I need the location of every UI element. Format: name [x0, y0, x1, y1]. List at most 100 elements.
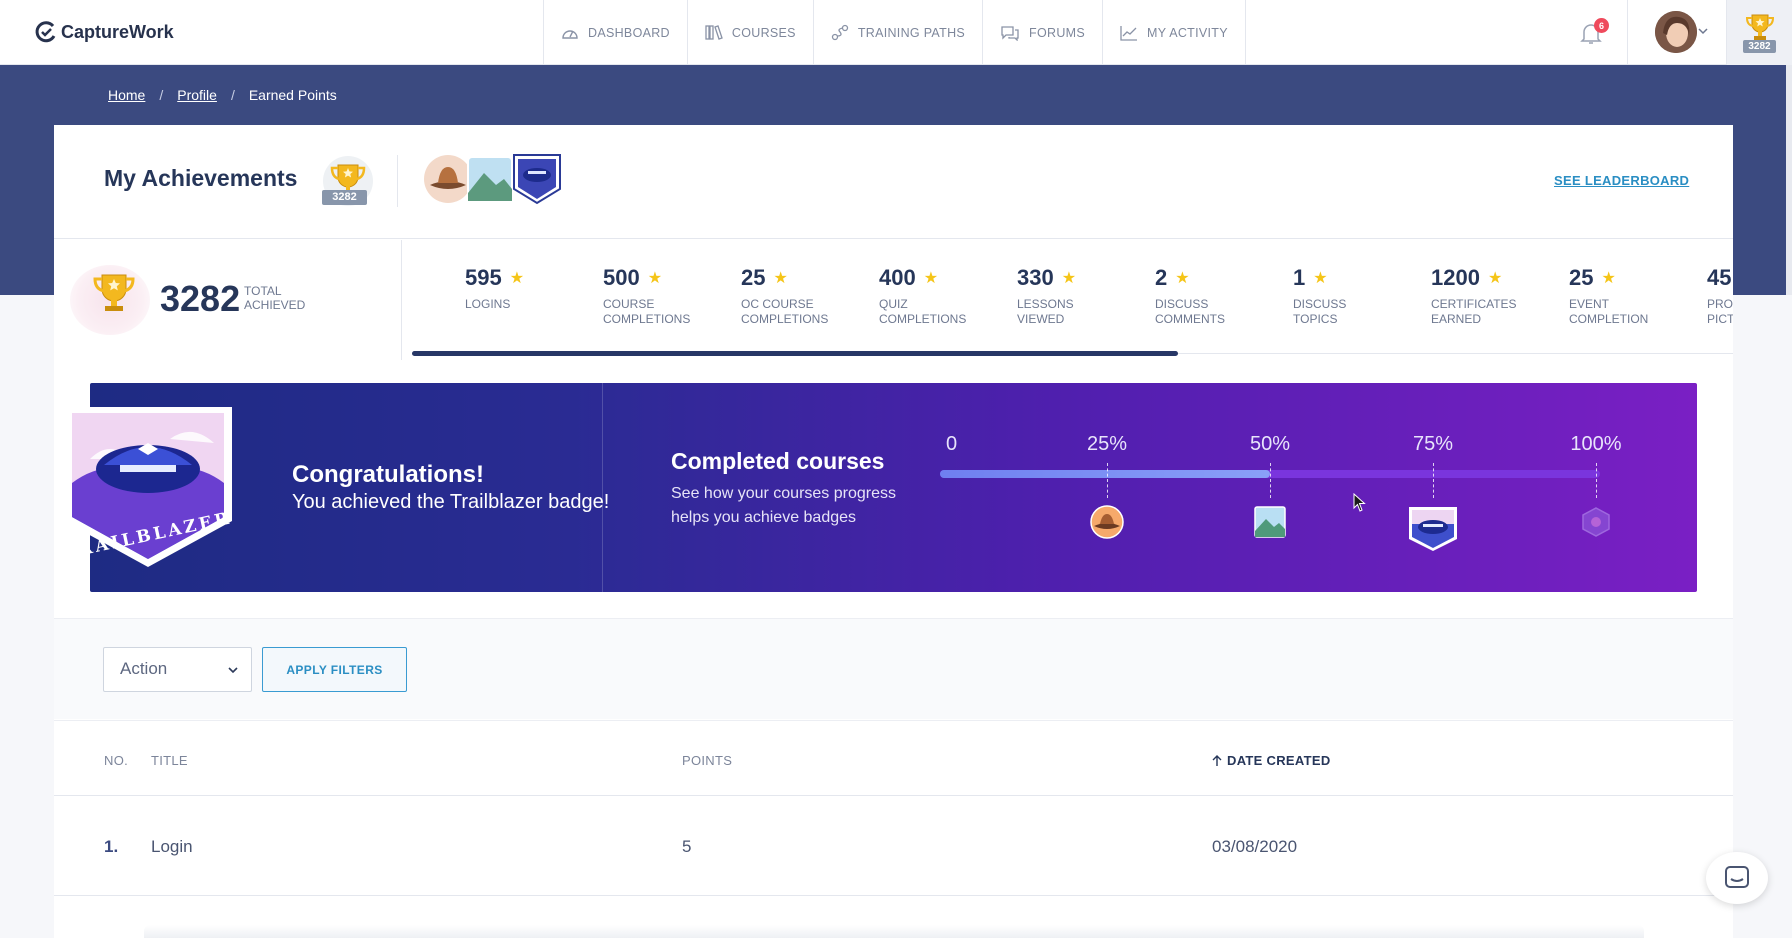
explorer-hat-badge-icon[interactable]: [1090, 505, 1124, 539]
total-label-line: ACHIEVED: [244, 298, 306, 312]
earned-badges[interactable]: [424, 153, 564, 205]
dashboard-gauge-icon: [562, 29, 578, 39]
row-title: Login: [151, 837, 193, 856]
star-icon: ★: [647, 270, 663, 287]
stat-label: COMPLETIONS: [603, 312, 691, 326]
progress-title: Completed courses: [671, 448, 885, 474]
stat-event-completion: 25 ★ EVENT COMPLETION: [1569, 265, 1699, 327]
explorer-hat-badge-icon: [424, 155, 472, 203]
stat-label: DISCUSS: [1293, 297, 1347, 311]
apply-filters-button[interactable]: APPLY FILTERS: [262, 647, 407, 692]
stat-value: 330: [1017, 265, 1054, 290]
stats-scroll-indicator[interactable]: [412, 351, 1179, 356]
books-icon: [705, 25, 723, 40]
column-header-points[interactable]: POINTS: [682, 753, 732, 768]
progress-fill: [940, 470, 1270, 478]
points-trophy[interactable]: 3282: [1727, 0, 1792, 65]
stat-label: COMPLETIONS: [879, 312, 967, 326]
stat-certificates-earned: 1200 ★ CERTIFICATES EARNED: [1431, 265, 1561, 327]
stat-label: EARNED: [1431, 312, 1482, 326]
trailblazer-badge-icon[interactable]: [1407, 505, 1459, 553]
app-name: CaptureWork: [61, 21, 174, 42]
action-filter-select[interactable]: Action: [103, 647, 252, 692]
divider: [54, 238, 1733, 239]
stat-label: PICT: [1707, 312, 1733, 326]
stat-quiz-completions: 400 ★ QUIZ COMPLETIONS: [879, 265, 1009, 327]
header-divider: [1627, 0, 1628, 65]
nav-training-paths[interactable]: TRAINING PATHS: [814, 0, 984, 65]
stat-value: 45: [1707, 265, 1732, 290]
stat-label: COURSE: [603, 297, 655, 311]
stat-label: VIEWED: [1017, 312, 1065, 326]
nav-forums[interactable]: FORUMS: [983, 0, 1103, 65]
chat-launcher-button[interactable]: [1706, 852, 1768, 904]
mouse-cursor-icon: [1353, 493, 1366, 512]
stat-label: QUIZ: [879, 297, 908, 311]
stat-value: 25: [741, 265, 766, 290]
stat-label: DISCUSS: [1155, 297, 1209, 311]
achievements-card: My Achievements 3282 SEE LEADERBOARD 328…: [54, 125, 1733, 938]
stat-label: COMPLETION: [1569, 312, 1649, 326]
nav-dashboard[interactable]: DASHBOARD: [544, 0, 688, 65]
stat-discuss-comments: 2 ★ DISCUSS COMMENTS: [1155, 265, 1285, 327]
capturework-logo-icon: [35, 21, 56, 43]
column-header-title[interactable]: TITLE: [151, 753, 188, 768]
stat-label: LESSONS: [1017, 297, 1074, 311]
logo[interactable]: CaptureWork: [34, 20, 174, 44]
chat-icon: [1725, 866, 1749, 888]
row-number: 1.: [104, 837, 119, 856]
column-header-no[interactable]: NO.: [104, 753, 128, 768]
landscape-badge-icon: [467, 156, 513, 202]
stat-label: COMPLETIONS: [741, 312, 829, 326]
milestone-label: 25%: [1086, 433, 1128, 455]
milestone-marker: [1596, 463, 1597, 498]
chevron-down-icon[interactable]: [1697, 27, 1709, 35]
breadcrumb-separator: /: [159, 87, 164, 103]
total-points-label: TOTAL ACHIEVED: [244, 284, 305, 312]
progress-description: See how your courses progress helps you …: [671, 485, 896, 526]
points-badge: 3282: [322, 190, 367, 205]
stat-value: 1200: [1431, 265, 1480, 290]
scrollbar[interactable]: [1786, 65, 1792, 295]
column-header-label: DATE CREATED: [1227, 753, 1331, 768]
star-icon: ★: [1601, 270, 1616, 287]
landscape-badge-icon[interactable]: [1253, 505, 1287, 539]
user-photo: [1655, 11, 1697, 53]
stat-label: COMMENTS: [1155, 312, 1225, 326]
stat-profile-picture: 45 PRO PICT: [1707, 265, 1733, 327]
nav-my-activity[interactable]: MY ACTIVITY: [1103, 0, 1246, 65]
nav-courses[interactable]: COURSES: [688, 0, 814, 65]
table-row[interactable]: 1. Login 5 03/08/2020: [54, 796, 1733, 896]
star-icon: ★: [1175, 270, 1190, 287]
avatar[interactable]: [1655, 11, 1697, 53]
breadcrumb-profile-link[interactable]: Profile: [177, 87, 217, 103]
stat-oc-course-completions: 25 ★ OC COURSE COMPLETIONS: [741, 265, 871, 327]
row-date: 03/08/2020: [1212, 837, 1298, 856]
breadcrumb-home-link[interactable]: Home: [108, 87, 145, 103]
nav-label: COURSES: [731, 25, 796, 40]
star-icon: ★: [773, 270, 788, 287]
stat-value: 400: [879, 265, 916, 290]
nav-label: MY ACTIVITY: [1147, 25, 1228, 40]
action-filter-value: Action: [120, 659, 168, 678]
trailblazer-badge-icon: [513, 154, 561, 205]
congrats-title: Congratulations!: [292, 461, 484, 488]
divider: [397, 155, 398, 207]
column-header-date[interactable]: DATE CREATED: [1212, 753, 1331, 768]
stats-strip[interactable]: 595 ★ LOGINS 500 ★ COURSE COMPLETIONS 25 ★ O…: [412, 265, 1733, 355]
milestone-marker: [1433, 463, 1434, 498]
stat-label: TOPICS: [1293, 312, 1338, 326]
nav-label: FORUMS: [1029, 25, 1085, 40]
page-title: My Achievements: [104, 165, 298, 191]
notification-count-badge: 6: [1594, 18, 1609, 33]
activity-chart-icon: [1120, 25, 1137, 41]
see-leaderboard-link[interactable]: SEE LEADERBOARD: [1554, 173, 1689, 188]
stat-label: LOGINS: [465, 297, 511, 311]
main-nav: DASHBOARD COURSES TRAINING PATHS FORUMS …: [543, 0, 1246, 65]
locked-gem-badge-icon[interactable]: [1579, 505, 1613, 539]
stat-label: CERTIFICATES: [1431, 297, 1517, 311]
stat-lessons-viewed: 330 ★ LESSONS VIEWED: [1017, 265, 1147, 327]
stat-value: 1: [1293, 265, 1306, 290]
breadcrumb: Home / Profile / Earned Points: [108, 87, 337, 103]
total-points-value: 3282: [160, 278, 241, 319]
